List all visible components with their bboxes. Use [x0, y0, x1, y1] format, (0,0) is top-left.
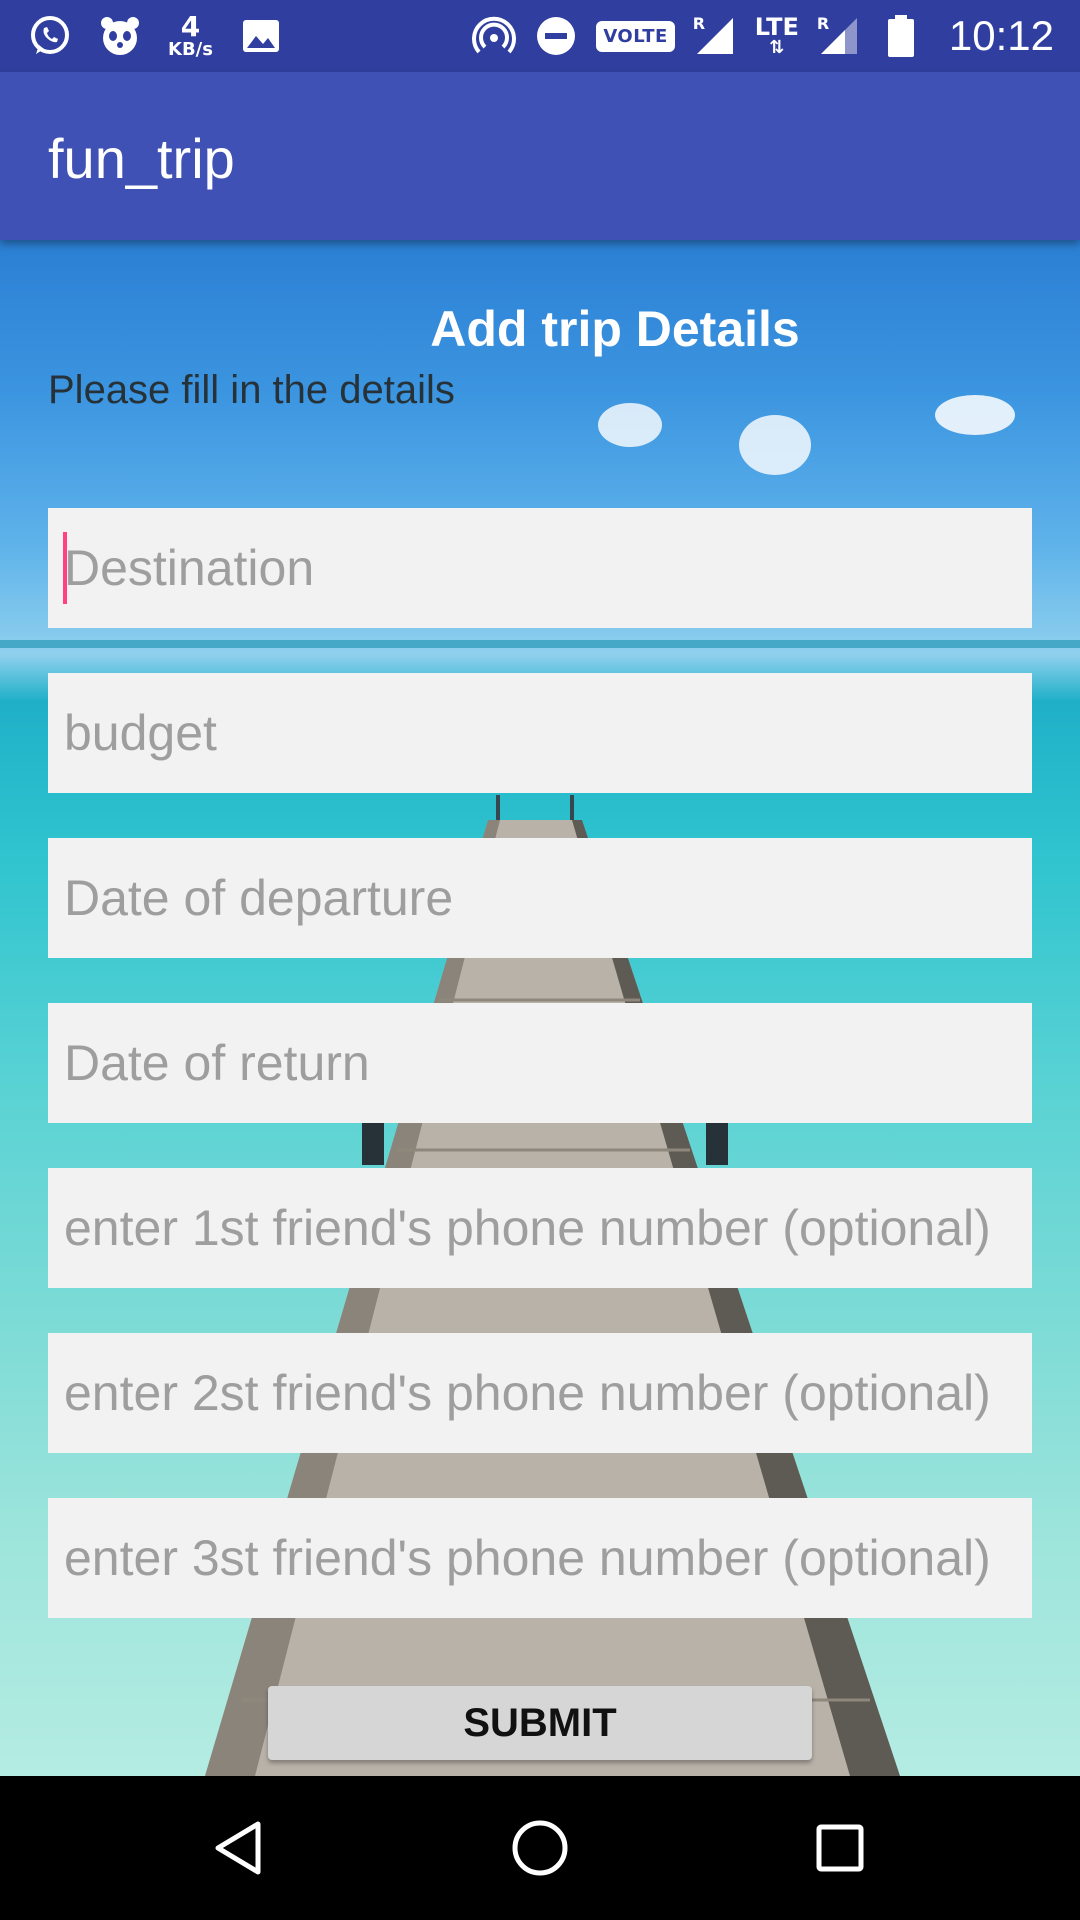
return-date-field[interactable]: Date of return: [48, 1003, 1032, 1123]
form-subheading: Please fill in the details: [48, 368, 455, 412]
trip-form-screen: Add trip Details Please fill in the deta…: [0, 240, 1080, 1776]
roaming-indicator: R: [816, 14, 830, 33]
lte-label: LTE: [754, 13, 799, 41]
return-date-placeholder: Date of return: [64, 1035, 370, 1091]
budget-field[interactable]: budget: [48, 673, 1032, 793]
recents-icon[interactable]: [804, 1812, 876, 1884]
friend-2-phone-placeholder: enter 2st friend's phone number (optiona…: [64, 1365, 991, 1421]
speed-value: 4: [180, 10, 201, 43]
back-icon[interactable]: [204, 1812, 276, 1884]
clock: 10:12: [948, 12, 1054, 59]
hotspot-icon: [472, 14, 517, 58]
roaming-indicator: R: [692, 14, 706, 33]
image-icon: [239, 14, 283, 58]
status-bar: 4 KB/s VOLTE R LTE ⇅ R 10:12: [0, 0, 1080, 72]
speed-unit: KB/s: [168, 39, 213, 60]
friend-1-phone-placeholder: enter 1st friend's phone number (optiona…: [64, 1200, 991, 1256]
whatsapp-icon: [28, 14, 72, 58]
home-icon[interactable]: [504, 1812, 576, 1884]
friend-3-phone-field[interactable]: enter 3st friend's phone number (optiona…: [48, 1498, 1032, 1618]
volte-badge: VOLTE: [596, 20, 675, 52]
panda-icon: [98, 14, 142, 58]
do-not-disturb-icon: [534, 14, 578, 58]
lte-indicator: LTE ⇅: [755, 15, 799, 57]
form-heading: Add trip Details: [430, 301, 800, 357]
signal-icon: R: [817, 14, 861, 58]
navigation-bar: [0, 1776, 1080, 1920]
network-speed: 4 KB/s: [168, 13, 213, 59]
friend-1-phone-field[interactable]: enter 1st friend's phone number (optiona…: [48, 1168, 1032, 1288]
text-cursor: [63, 532, 67, 604]
data-arrows-icon: ⇅: [769, 37, 785, 58]
destination-placeholder: Destination: [64, 540, 315, 596]
app-bar: fun_trip: [0, 72, 1080, 240]
destination-field[interactable]: Destination: [48, 508, 1032, 628]
friend-2-phone-field[interactable]: enter 2st friend's phone number (optiona…: [48, 1333, 1032, 1453]
departure-date-placeholder: Date of departure: [64, 870, 454, 926]
budget-placeholder: budget: [64, 705, 217, 761]
app-title: fun_trip: [48, 127, 235, 190]
signal-icon: R: [693, 14, 737, 58]
departure-date-field[interactable]: Date of departure: [48, 838, 1032, 958]
friend-3-phone-placeholder: enter 3st friend's phone number (optiona…: [64, 1530, 991, 1586]
submit-button[interactable]: SUBMIT: [268, 1686, 812, 1760]
battery-icon: [879, 14, 923, 58]
